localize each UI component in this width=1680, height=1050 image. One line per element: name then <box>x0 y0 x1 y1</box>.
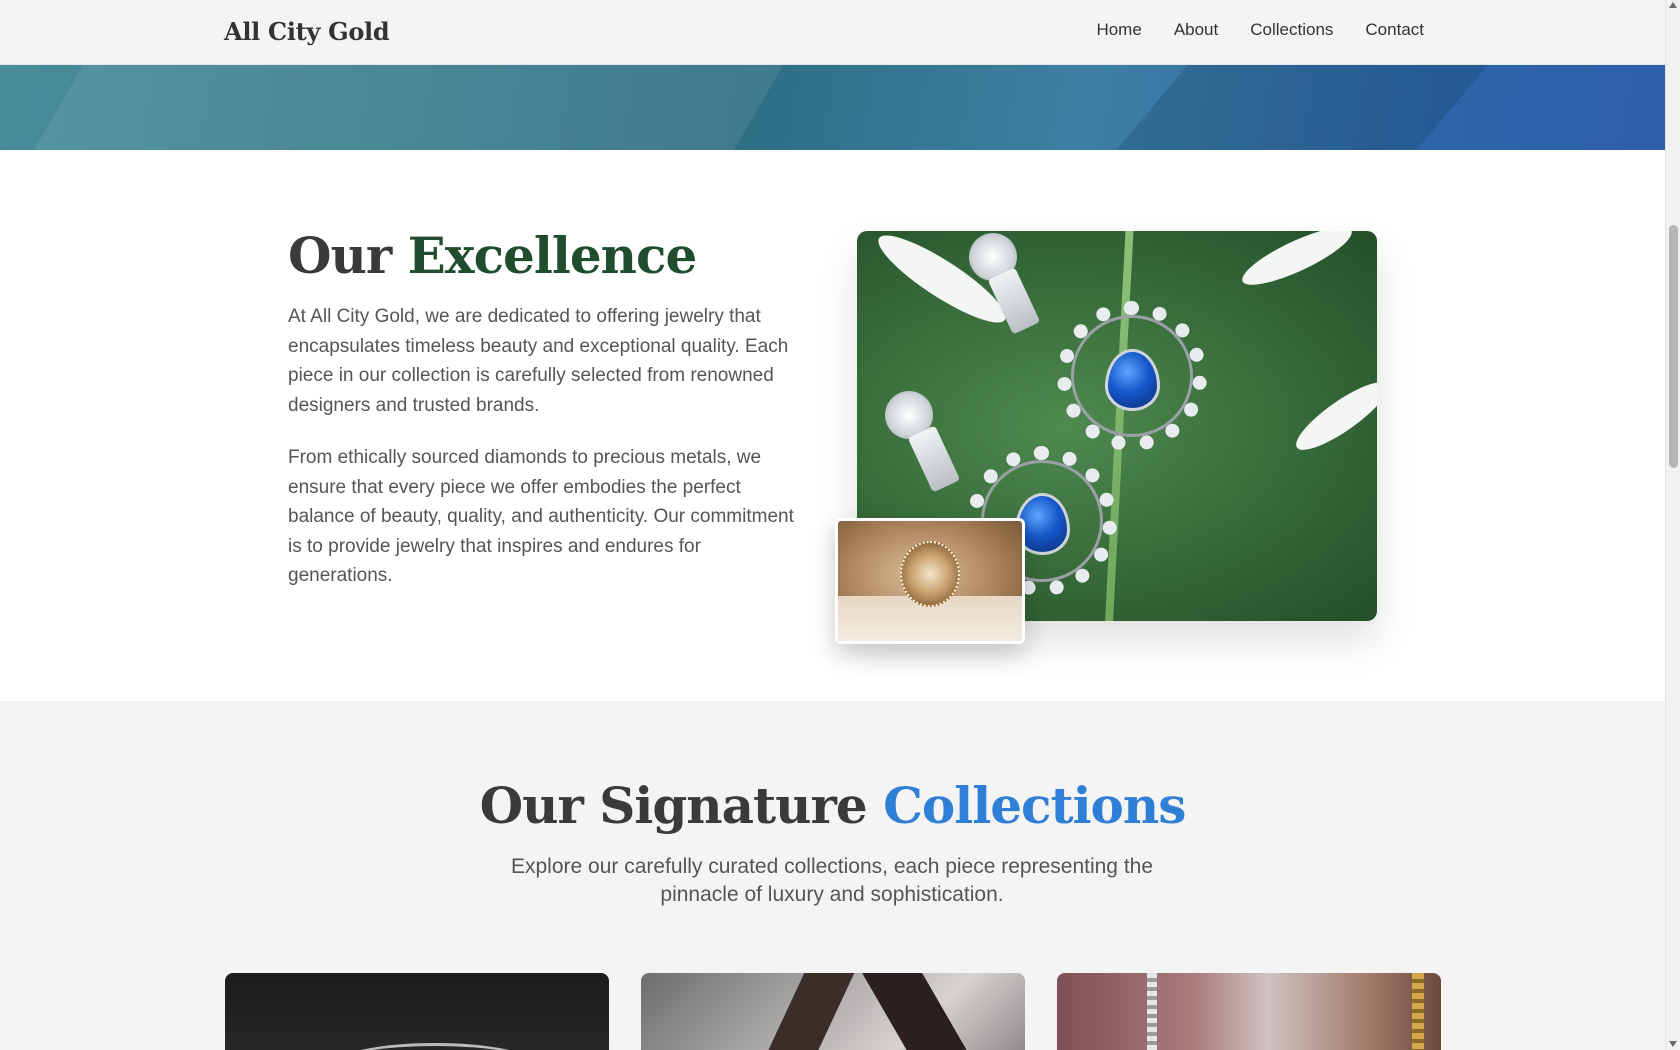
leaf-hole <box>1236 231 1358 295</box>
collections-subtitle: Explore our carefully curated collection… <box>510 855 1154 906</box>
nav-about[interactable]: About <box>1174 20 1218 40</box>
collection-card-2[interactable] <box>641 973 1025 1050</box>
site-header: All City Gold Home About Collections Con… <box>0 0 1665 65</box>
excellence-title-accent: Excellence <box>407 226 698 285</box>
collections-title-accent: Collections <box>883 776 1186 835</box>
vertical-scrollbar[interactable] <box>1665 0 1680 1050</box>
hero-image-band <box>0 65 1665 150</box>
earring-drop <box>907 425 961 493</box>
nav-collections[interactable]: Collections <box>1250 20 1333 40</box>
main-nav: Home About Collections Contact <box>1096 20 1424 40</box>
scroll-down-arrow-icon[interactable] <box>1669 1041 1677 1047</box>
collections-section: Our Signature Collections Explore our ca… <box>0 701 1665 1050</box>
collection-card-3[interactable] <box>1057 973 1441 1050</box>
nav-home[interactable]: Home <box>1096 20 1141 40</box>
brand-logo[interactable]: All City Gold <box>224 17 390 46</box>
gold-ring <box>900 541 960 607</box>
scroll-up-arrow-icon[interactable] <box>1669 2 1677 8</box>
excellence-section: Our Excellence At All City Gold, we are … <box>0 150 1665 701</box>
hero-light-streak <box>25 65 795 150</box>
leaf-hole <box>1288 372 1377 460</box>
collections-title: Our Signature Collections <box>0 776 1665 835</box>
excellence-title-lead: Our <box>288 226 392 285</box>
gold-ring-photo <box>835 518 1025 644</box>
scroll-thumb[interactable] <box>1669 225 1678 468</box>
hero-shadow-streak <box>1103 65 1497 150</box>
collection-card-1[interactable] <box>225 973 609 1050</box>
collections-title-lead: Our Signature <box>479 776 868 835</box>
excellence-paragraph-2: From ethically sourced diamonds to preci… <box>288 447 794 586</box>
excellence-title: Our Excellence <box>288 226 698 285</box>
nav-contact[interactable]: Contact <box>1365 20 1424 40</box>
excellence-paragraph-1: At All City Gold, we are dedicated to of… <box>288 306 789 416</box>
